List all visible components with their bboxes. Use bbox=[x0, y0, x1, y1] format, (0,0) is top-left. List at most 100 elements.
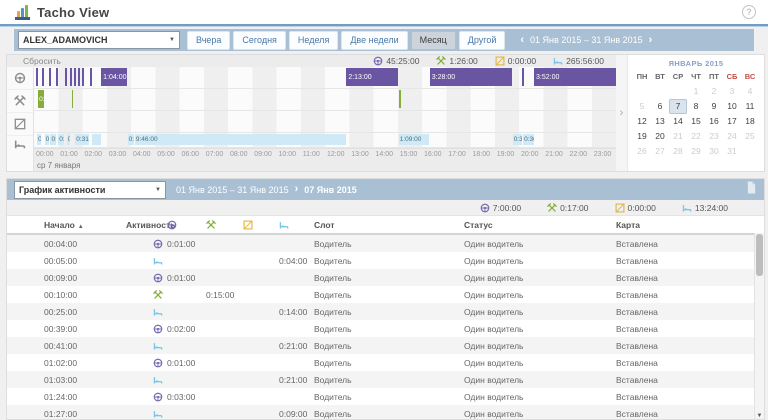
calendar-day[interactable]: 13 bbox=[651, 114, 669, 129]
col-activity[interactable]: Активность bbox=[126, 220, 167, 230]
prev-range-icon[interactable]: ‹ bbox=[520, 36, 524, 45]
range-button-сегодня[interactable]: Сегодня bbox=[233, 31, 286, 50]
calendar-day-selected[interactable]: 7 bbox=[669, 99, 687, 114]
col-start[interactable]: Начало▲ bbox=[44, 220, 126, 230]
availability-total: 0:00:00 bbox=[495, 56, 536, 66]
view-select[interactable]: График активности ▼ bbox=[14, 181, 166, 199]
calendar-day: 27 bbox=[651, 144, 669, 159]
calendar-day bbox=[633, 84, 651, 99]
calendar-day[interactable]: 16 bbox=[705, 114, 723, 129]
calendar-day: 5 bbox=[633, 99, 651, 114]
calendar-day[interactable]: 6 bbox=[651, 99, 669, 114]
breadcrumb: 01 Янв 2015 – 31 Янв 2015 › 07 Янв 2015 bbox=[176, 185, 357, 195]
calendar-day: 31 bbox=[723, 144, 741, 159]
rest-segment: 0:2 bbox=[45, 134, 49, 145]
range-button-другой[interactable]: Другой bbox=[459, 31, 506, 50]
help-icon[interactable]: ? bbox=[742, 5, 756, 19]
app-header: Tacho View ? bbox=[0, 0, 768, 24]
rest-segment: 0:30:0 bbox=[513, 134, 522, 145]
calendar-day[interactable]: 12 bbox=[633, 114, 651, 129]
chevron-down-icon: ▼ bbox=[155, 187, 161, 193]
table-row[interactable]: 00:04:000:01:00ВодительОдин водительВста… bbox=[7, 235, 764, 252]
driving-segment bbox=[82, 68, 84, 86]
range-button-вчера[interactable]: Вчера bbox=[187, 31, 230, 50]
table-row[interactable]: 00:41:000:21:00ВодительОдин водительВста… bbox=[7, 337, 764, 354]
calendar-day[interactable]: 14 bbox=[669, 114, 687, 129]
timeline-axis: 00:0001:0002:0003:0004:0005:0006:0007:00… bbox=[34, 148, 616, 159]
calendar-day[interactable]: 11 bbox=[741, 99, 759, 114]
breadcrumb-range[interactable]: 01 Янв 2015 – 31 Янв 2015 bbox=[176, 185, 289, 195]
calendar-day-header: ПН bbox=[633, 70, 651, 84]
table-row[interactable]: 00:05:000:04:00ВодительОдин водительВста… bbox=[7, 252, 764, 269]
scrollbar-down-icon[interactable]: ▼ bbox=[755, 413, 764, 419]
rest-segment: 0:2 bbox=[50, 134, 55, 145]
chevron-down-icon: ▼ bbox=[169, 37, 175, 43]
range-button-месяц[interactable]: Месяц bbox=[411, 31, 456, 50]
timeline-row-rest: 0:0:20:20:10:10:31:00:29:46:001:09:000:3… bbox=[34, 133, 616, 148]
range-button-неделя[interactable]: Неделя bbox=[289, 31, 338, 50]
rest-icon bbox=[682, 203, 692, 213]
calendar-day[interactable]: 17 bbox=[723, 114, 741, 129]
cell-slot: Водитель bbox=[314, 375, 464, 385]
table-row[interactable]: 01:27:000:09:00ВодительОдин водительВста… bbox=[7, 405, 764, 420]
table-row[interactable]: 00:09:000:01:00ВодительОдин водительВста… bbox=[7, 269, 764, 286]
rest-icon bbox=[553, 56, 563, 66]
range-buttons: ВчераСегодняНеделяДве неделиМесяцДругой bbox=[187, 31, 505, 50]
calendar-day-header: ПТ bbox=[705, 70, 723, 84]
table-row[interactable]: 01:02:000:01:00ВодительОдин водительВста… bbox=[7, 354, 764, 371]
calendar-day[interactable]: 20 bbox=[651, 129, 669, 144]
table-row[interactable]: 00:25:000:14:00ВодительОдин водительВста… bbox=[7, 303, 764, 320]
cell-slot: Водитель bbox=[314, 239, 464, 249]
export-icon[interactable] bbox=[746, 181, 757, 199]
col-slot[interactable]: Слот bbox=[314, 220, 464, 230]
sort-asc-icon: ▲ bbox=[78, 224, 84, 230]
calendar-day[interactable]: 9 bbox=[705, 99, 723, 114]
col-status[interactable]: Статус bbox=[464, 220, 616, 230]
calendar-day[interactable]: 15 bbox=[687, 114, 705, 129]
calendar-day[interactable]: 10 bbox=[723, 99, 741, 114]
calendar-day[interactable]: 19 bbox=[633, 129, 651, 144]
next-day-arrow[interactable]: › bbox=[616, 55, 627, 171]
drive-icon bbox=[153, 392, 163, 402]
next-range-icon[interactable]: › bbox=[649, 36, 653, 45]
drive-icon bbox=[153, 239, 163, 249]
work-segment bbox=[72, 90, 73, 108]
cell-start: 00:09:00 bbox=[44, 273, 126, 283]
range-button-две-недели[interactable]: Две недели bbox=[341, 31, 407, 50]
table-row[interactable]: 01:03:000:21:00ВодительОдин водительВста… bbox=[7, 371, 764, 388]
cell-start: 01:03:00 bbox=[44, 375, 126, 385]
rest-icon bbox=[153, 256, 163, 266]
work-icon bbox=[7, 90, 33, 113]
rest-icon bbox=[153, 375, 163, 385]
col-work-icon[interactable] bbox=[206, 220, 243, 230]
work-icon bbox=[153, 290, 163, 300]
drive-icon bbox=[153, 358, 163, 368]
reset-link[interactable]: Сбросить bbox=[23, 56, 61, 66]
activity-panel-header: График активности ▼ 01 Янв 2015 – 31 Янв… bbox=[7, 179, 764, 200]
calendar-day: 30 bbox=[705, 144, 723, 159]
scrollbar-thumb[interactable] bbox=[756, 234, 763, 276]
calendar-day: 24 bbox=[723, 129, 741, 144]
col-availability-icon[interactable] bbox=[243, 220, 279, 230]
cell-status: Один водитель bbox=[464, 375, 616, 385]
timeline-totals: 45:25:001:26:000:00:00265:56:00 bbox=[373, 56, 604, 66]
col-card[interactable]: Карта bbox=[616, 220, 764, 230]
table-row[interactable]: 01:24:000:03:00ВодительОдин водительВста… bbox=[7, 388, 764, 405]
calendar-day[interactable]: 8 bbox=[687, 99, 705, 114]
table-row[interactable]: 00:10:000:15:00ВодительОдин водительВста… bbox=[7, 286, 764, 303]
driving-segment bbox=[56, 68, 58, 86]
axis-tick: 10:00 bbox=[279, 151, 297, 158]
table-row[interactable]: 00:39:000:02:00ВодительОдин водительВста… bbox=[7, 320, 764, 337]
driving-segment: 2:13:00 bbox=[346, 68, 398, 86]
cell-rest: 0:21:00 bbox=[279, 341, 314, 351]
drive-icon bbox=[373, 56, 383, 66]
cell-card: Вставлена bbox=[616, 290, 764, 300]
driving-segment bbox=[78, 68, 80, 86]
timeline-row-work: 0: bbox=[34, 89, 616, 111]
axis-tick: 09:00 bbox=[254, 151, 272, 158]
col-rest-icon[interactable] bbox=[279, 220, 314, 230]
calendar-day-header: СР bbox=[669, 70, 687, 84]
calendar-day[interactable]: 18 bbox=[741, 114, 759, 129]
col-drive-icon[interactable] bbox=[167, 220, 206, 230]
driver-select[interactable]: ALEX_ADAMOVICH ▼ bbox=[18, 31, 180, 49]
